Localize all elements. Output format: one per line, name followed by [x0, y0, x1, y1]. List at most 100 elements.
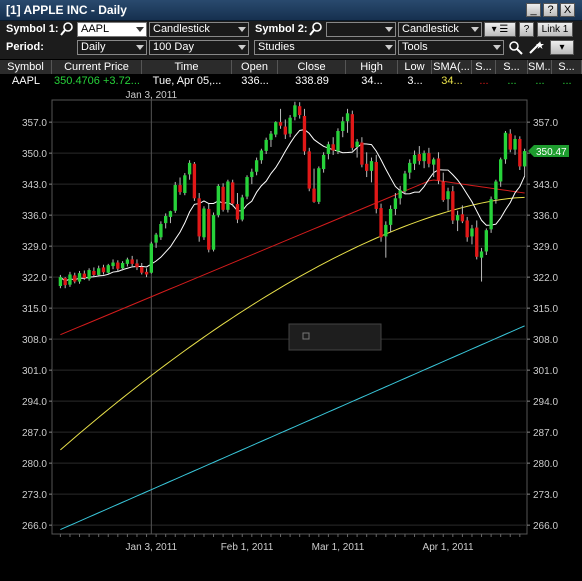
search-icon[interactable] [60, 22, 74, 36]
candle-body [231, 182, 235, 204]
candle-body [417, 154, 421, 162]
candle-body [173, 185, 177, 211]
candle-body [288, 117, 292, 134]
options-dropdown-button[interactable]: ▾ [550, 40, 574, 55]
cell-9: ... [507, 75, 517, 87]
y-tick-label-left: 280.0 [22, 459, 47, 470]
x-tick-label: Jan 3, 2011 [126, 542, 178, 553]
candle-body [436, 158, 441, 181]
candle-body [484, 230, 488, 252]
header-3[interactable]: Open [232, 60, 278, 74]
candle-body [360, 142, 364, 165]
candle-body [130, 259, 134, 264]
chevron-down-icon [385, 27, 393, 32]
symbol2-input[interactable] [326, 22, 396, 37]
candle-body [508, 133, 512, 150]
y-tick-label-left: 308.0 [22, 335, 47, 346]
range-select[interactable]: 100 Day [149, 40, 249, 55]
candle-body [403, 173, 407, 192]
tools-value: Tools [402, 41, 428, 53]
header-6[interactable]: Low [398, 60, 432, 74]
symbol1-input[interactable]: AAPL [77, 22, 147, 37]
candle-body [408, 162, 412, 173]
candle-body [470, 228, 474, 237]
candle-body [87, 270, 91, 279]
chevron-down-icon [136, 27, 144, 32]
header-4[interactable]: Close [278, 60, 346, 74]
crosshair-date-label: Jan 3, 2011 [126, 90, 178, 101]
candle-body [494, 181, 498, 200]
candle-body [120, 262, 125, 269]
y-tick-label-left: 336.0 [22, 211, 47, 222]
studies-select[interactable]: Studies [254, 40, 396, 55]
x-tick-label: Feb 1, 2011 [221, 542, 274, 553]
header-2[interactable]: Time [142, 60, 232, 74]
header-1[interactable]: Current Price [52, 60, 142, 74]
y-tick-label-right: 294.0 [533, 397, 558, 408]
y-tick-label-right: 280.0 [533, 459, 558, 470]
minimize-button[interactable]: _ [526, 3, 541, 17]
chevron-down-icon [471, 27, 479, 32]
candle-body [422, 153, 426, 162]
header-9[interactable]: S... [496, 60, 528, 74]
candle-body [183, 175, 187, 193]
help-window-button[interactable]: ? [543, 3, 558, 17]
y-tick-label-left: 350.0 [22, 149, 47, 160]
studies-value: Studies [258, 41, 295, 53]
header-10[interactable]: SM... [528, 60, 552, 74]
y-tick-label-left: 315.0 [22, 304, 47, 315]
candle-body [207, 208, 211, 250]
header-11[interactable]: S... [552, 60, 582, 74]
wand-icon[interactable] [527, 40, 545, 55]
candle-body [441, 181, 445, 201]
link-button[interactable]: Link 1 [537, 22, 573, 37]
plot-frame [51, 99, 528, 535]
candle-body [326, 144, 331, 155]
current-price-label: 350.47 [536, 147, 567, 158]
candle-body [365, 163, 369, 171]
cell-5: 34... [361, 75, 383, 87]
candle-body [274, 122, 278, 135]
cell-7: 34... [441, 75, 463, 87]
menu-list-button[interactable]: ▾ ☰ [484, 22, 516, 37]
candle-body [125, 259, 130, 264]
candle-body [513, 138, 517, 150]
y-tick-label-right: 329.0 [533, 242, 558, 253]
quote-table-row[interactable]: AAPL 350.4706 +3.72... Tue, Apr 05,... 336.… [0, 74, 582, 88]
help-button[interactable]: ? [519, 22, 534, 37]
header-5[interactable]: High [346, 60, 398, 74]
close-button[interactable]: X [560, 3, 575, 17]
chart-area[interactable]: 266.0 266.0 273.0 273.0 280.0 280.0 287.0 287.0… [0, 88, 582, 576]
candle-body [293, 105, 297, 117]
candle-body [235, 204, 240, 220]
candle-body [68, 274, 72, 285]
candle-body [101, 267, 106, 273]
search-icon[interactable] [309, 22, 323, 36]
candle-body [178, 185, 182, 193]
tools-select[interactable]: Tools [398, 40, 504, 55]
candle-body [154, 234, 158, 243]
header-0[interactable]: Symbol [0, 60, 52, 74]
y-tick-label-left: 273.0 [22, 490, 47, 501]
zoom-icon[interactable] [508, 40, 523, 55]
chevron-down-icon [385, 45, 393, 50]
period-select[interactable]: Daily [77, 40, 147, 55]
candlestick-chart[interactable]: 266.0 266.0 273.0 273.0 280.0 280.0 287.0 287.0… [0, 88, 582, 576]
header-7[interactable]: SMA(... [432, 60, 472, 74]
candle-body [522, 151, 527, 167]
chart-type1-select[interactable]: Candlestick [149, 22, 249, 37]
chevron-down-icon [238, 45, 246, 50]
chart-type2-select[interactable]: Candlestick [398, 22, 482, 37]
symbol1-label: Symbol 1: [6, 23, 59, 35]
candle-body [254, 160, 259, 172]
candle-body [269, 133, 273, 140]
candle-body [92, 270, 96, 275]
y-tick-label-right: 308.0 [533, 335, 558, 346]
candle-body [499, 159, 503, 182]
candle-body [140, 266, 144, 273]
candle-body [211, 215, 216, 250]
header-8[interactable]: S... [472, 60, 496, 74]
y-tick-label-right: 266.0 [533, 521, 558, 532]
candle-body [307, 151, 311, 189]
candle-body [312, 188, 316, 202]
